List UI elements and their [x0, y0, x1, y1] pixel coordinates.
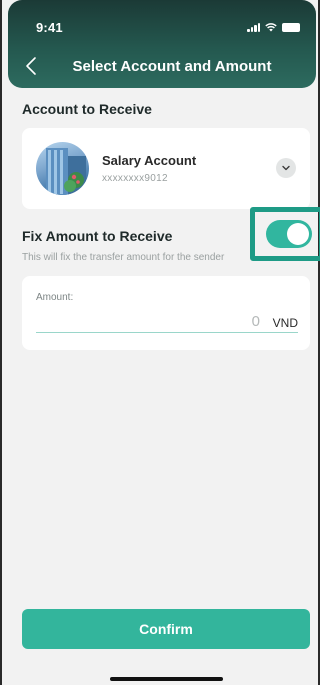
account-selector[interactable]: Salary Account xxxxxxxx9012: [22, 128, 310, 209]
fix-amount-label: Fix Amount to Receive: [22, 228, 173, 244]
amount-label: Amount:: [36, 292, 74, 303]
amount-card: Amount: 0 VND: [22, 276, 310, 350]
signal-icon: [247, 22, 260, 32]
home-indicator: [110, 677, 223, 681]
account-number: xxxxxxxx9012: [102, 173, 168, 184]
wifi-icon: [265, 23, 277, 32]
status-bar: 9:41: [8, 0, 316, 44]
account-avatar: [36, 142, 89, 195]
fix-amount-helper: This will fix the transfer amount for th…: [22, 252, 225, 263]
phone-screen: 9:41 Select Account and Amount Account t…: [0, 0, 320, 685]
amount-currency: VND: [272, 316, 298, 330]
amount-input[interactable]: 0 VND: [36, 311, 298, 333]
account-section-label: Account to Receive: [22, 101, 152, 117]
status-time: 9:41: [36, 20, 63, 35]
toggle-knob: [287, 223, 309, 245]
page-title: Select Account and Amount: [72, 58, 272, 75]
status-icons: [247, 22, 300, 32]
fix-amount-toggle[interactable]: [266, 220, 312, 248]
header: 9:41 Select Account and Amount: [8, 0, 316, 88]
confirm-button[interactable]: Confirm: [22, 609, 310, 649]
battery-icon: [282, 22, 300, 32]
account-name: Salary Account: [102, 153, 197, 168]
amount-value: 0: [251, 313, 260, 330]
chevron-down-icon[interactable]: [276, 158, 296, 178]
